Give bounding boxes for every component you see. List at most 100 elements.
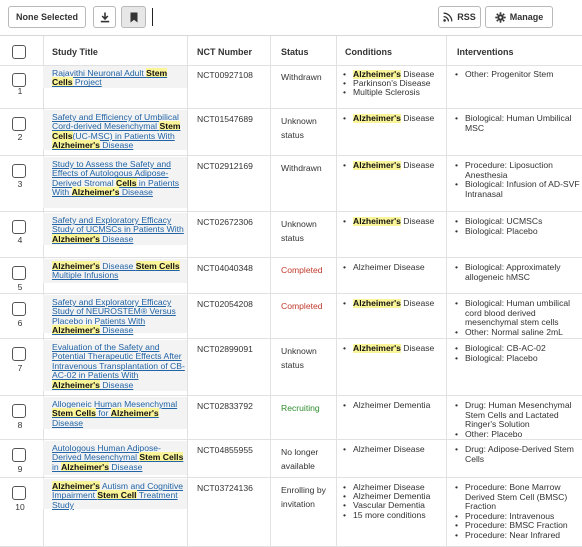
download-button[interactable]	[93, 6, 116, 28]
conditions-list: Alzheimer's DiseaseParkinson's DiseaseMu…	[341, 70, 443, 98]
intervention-item: Procedure: Bone Marrow Derived Stem Cell…	[453, 483, 582, 512]
none-selected-label: None Selected	[15, 12, 79, 22]
condition-text: Disease	[400, 217, 435, 226]
study-title-link[interactable]: Evaluation of the Safety and Potential T…	[43, 340, 187, 391]
condition-text: Alzheimer Disease	[353, 263, 425, 272]
status-text: Recruiting	[281, 403, 320, 413]
search-term-highlight: Cells	[52, 77, 73, 88]
table-row: 10 Alzheimer's Autism and Cognitive Impai…	[0, 478, 582, 547]
row-number: 5	[17, 282, 23, 292]
header-nct-number[interactable]: NCT Number	[197, 47, 252, 57]
study-title-link[interactable]: Safety and Exploratory Efficacy Study of…	[43, 295, 187, 336]
study-title-text: in	[52, 461, 62, 472]
row-number: 1	[17, 86, 23, 96]
intervention-item: Biological: Approximately allogeneic hMS…	[453, 263, 582, 282]
row-number: 8	[17, 420, 23, 430]
intervention-item: Other: Progenitor Stem	[453, 70, 582, 80]
search-term-highlight: Alzheimer's	[353, 299, 401, 308]
study-title-link[interactable]: Study to Assess the Safety and Effects o…	[43, 157, 187, 208]
table-row: 7 Evaluation of the Safety and Potential …	[0, 339, 582, 396]
status-text: Completed	[281, 265, 323, 275]
table-row: 9 Autologous Human Adipose-Derived Mesenc…	[0, 440, 582, 478]
nct-number: NCT02899091	[197, 344, 253, 354]
rss-button[interactable]: RSS	[438, 6, 481, 28]
search-term-highlight: Stem Cells	[139, 452, 184, 463]
study-title-link[interactable]: Alzheimer's Autism and Cognitive Impairm…	[43, 479, 187, 510]
study-title-link[interactable]: Autologous Human Adipose-Derived Mesench…	[43, 441, 187, 475]
interventions-list: Biological: Human umbilical cord blood d…	[453, 299, 582, 337]
text-cursor	[152, 8, 153, 26]
row-checkbox[interactable]	[12, 404, 26, 418]
header-conditions[interactable]: Conditions	[345, 47, 392, 57]
select-all-checkbox[interactable]	[12, 45, 26, 59]
condition-text: 15 more conditions	[353, 509, 426, 520]
intervention-item: Drug: Adipose-Derived Stem Cells	[453, 445, 582, 464]
nct-number: NCT02672306	[197, 217, 253, 227]
header-status[interactable]: Status	[281, 47, 309, 57]
row-number: 2	[17, 132, 23, 142]
nct-number: NCT02912169	[197, 161, 253, 171]
row-checkbox[interactable]	[12, 302, 26, 316]
condition-item: Alzheimer's Disease	[341, 299, 443, 308]
search-term-highlight: Stem	[146, 68, 168, 78]
intervention-item: Other: Placebo	[453, 429, 582, 439]
condition-item: Alzheimer's Disease	[341, 114, 443, 123]
bookmark-button[interactable]	[121, 6, 146, 28]
row-checkbox[interactable]	[12, 486, 26, 500]
header-study-title[interactable]: Study Title	[52, 47, 98, 57]
row-checkbox[interactable]	[12, 448, 26, 462]
row-checkbox[interactable]	[12, 220, 26, 234]
status-text: Unknown status	[281, 116, 317, 140]
row-checkbox[interactable]	[12, 347, 26, 361]
status-text: Unknown status	[281, 219, 317, 243]
nct-number: NCT04040348	[197, 263, 253, 273]
condition-item: Alzheimer's Disease	[341, 161, 443, 170]
manage-button[interactable]: Manage	[485, 6, 553, 28]
status-text: Withdrawn	[281, 72, 322, 82]
gear-icon	[495, 11, 506, 23]
study-title-text: Disease	[99, 325, 134, 336]
search-term-highlight: Alzheimer's	[353, 217, 401, 226]
interventions-list: Biological: Human Umbilical MSC	[453, 114, 582, 133]
search-term-highlight: Alzheimer's	[52, 325, 100, 336]
row-checkbox[interactable]	[12, 117, 26, 131]
study-title-link[interactable]: Rajavithi Neuronal Adult Stem Cells Proj…	[43, 66, 187, 88]
row-checkbox[interactable]	[12, 164, 26, 178]
row-number: 10	[15, 502, 25, 512]
header-interventions[interactable]: Interventions	[457, 47, 514, 57]
interventions-list: Procedure: Bone Marrow Derived Stem Cell…	[453, 483, 582, 541]
rss-label: RSS	[457, 12, 476, 22]
study-title-link[interactable]: Allogeneic Human Mesenchymal Stem Cells …	[43, 397, 187, 429]
table-row: 8 Allogeneic Human Mesenchymal Stem Cells…	[0, 396, 582, 440]
status-text: Enrolling by invitation	[281, 485, 326, 509]
study-title-link[interactable]: Safety and Exploratory Efficacy Study of…	[43, 213, 187, 245]
intervention-item: Biological: Placebo	[453, 226, 582, 237]
intervention-item: Procedure: Liposuction Anesthesia	[453, 161, 582, 180]
conditions-list: Alzheimer's Disease	[341, 344, 443, 353]
row-checkbox[interactable]	[12, 266, 26, 280]
condition-item: Alzheimer Dementia	[341, 401, 443, 410]
search-term-highlight: Alzheimer's	[52, 233, 100, 244]
search-term-highlight: Alzheimer's	[71, 187, 120, 198]
none-selected-button[interactable]: None Selected	[8, 6, 86, 28]
rss-icon	[443, 12, 453, 22]
conditions-list: Alzheimer's Disease	[341, 114, 443, 123]
search-term-highlight: Alzheimer's	[61, 461, 109, 472]
interventions-list: Biological: CB-AC-02Biological: Placebo	[453, 344, 582, 363]
study-title-link[interactable]: Safety and Efficiency of Umbilical Cord-…	[43, 110, 187, 151]
intervention-item: Other: Normal saline 2mL	[453, 327, 582, 338]
condition-text: Disease	[400, 344, 435, 353]
row-number: 9	[17, 464, 23, 474]
row-checkbox[interactable]	[12, 73, 26, 87]
search-term-highlight: Alzheimer's	[110, 408, 159, 419]
search-term-highlight: Alzheimer's	[353, 344, 401, 353]
intervention-item: Biological: Placebo	[453, 353, 582, 364]
condition-text: Alzheimer Disease	[353, 445, 425, 454]
study-title-text: Disease	[108, 461, 143, 472]
study-title-text: Disease	[52, 417, 84, 428]
search-term-highlight: Alzheimer's	[353, 114, 401, 123]
conditions-list: Alzheimer's Disease	[341, 217, 443, 226]
study-title-text: Project	[72, 77, 102, 88]
intervention-item: Biological: Human Umbilical MSC	[453, 114, 582, 133]
study-title-link[interactable]: Alzheimer's Disease Stem Cells Multiple …	[43, 259, 187, 283]
